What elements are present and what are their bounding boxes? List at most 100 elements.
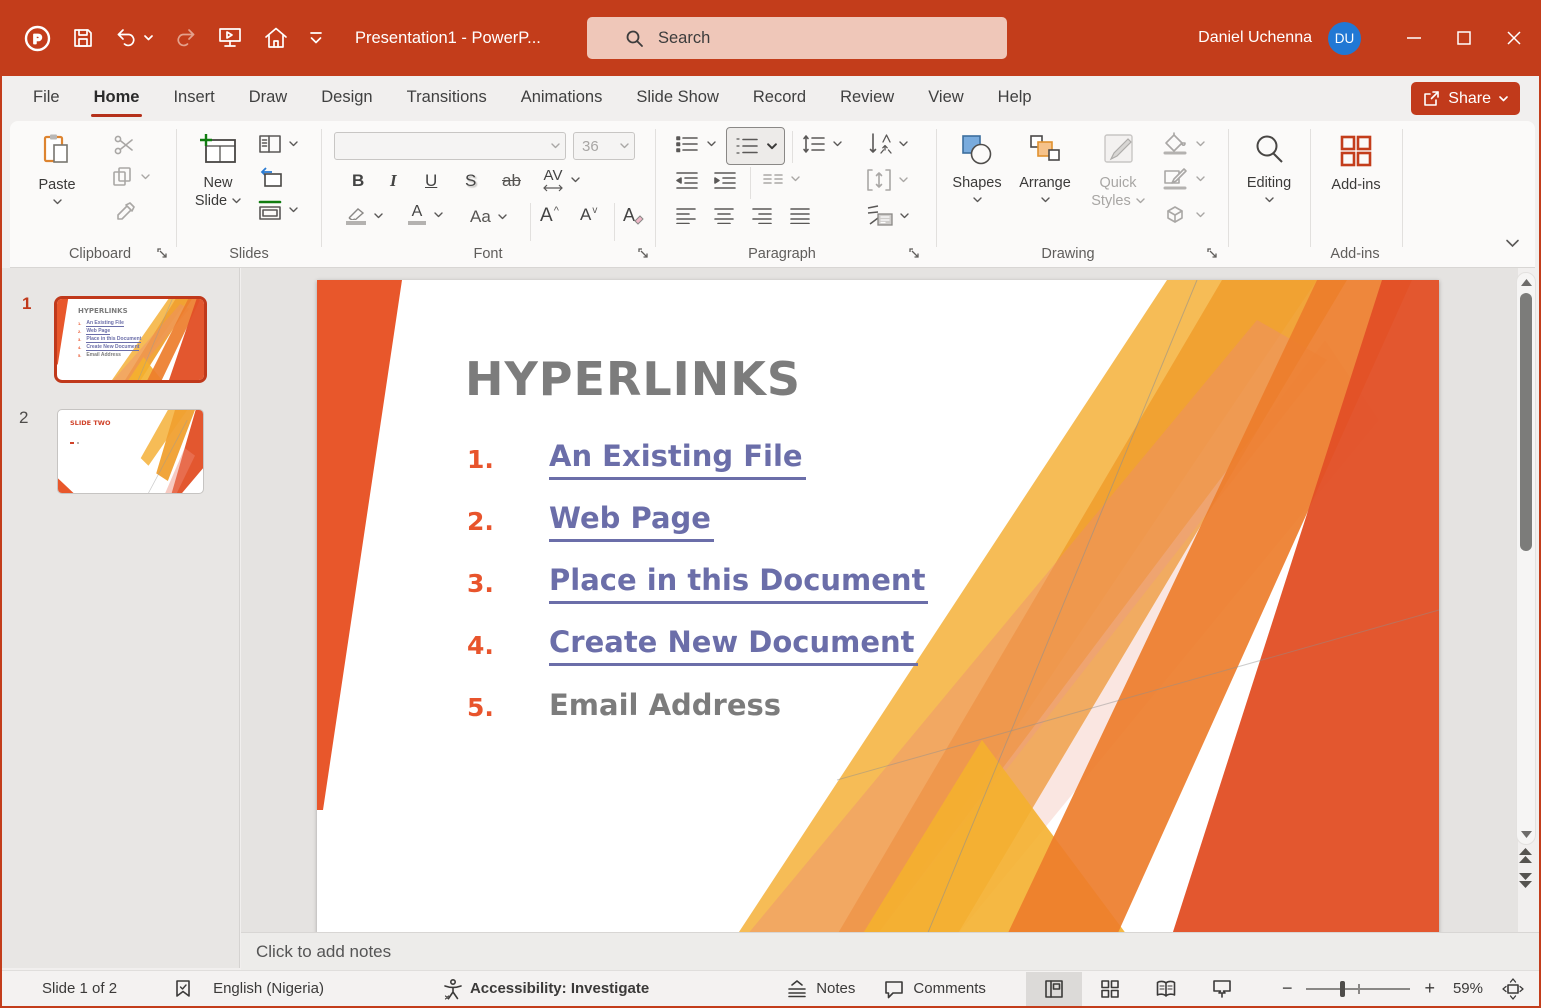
zoom-slider[interactable] <box>1306 988 1410 990</box>
customize-toolbar-icon[interactable] <box>309 30 323 46</box>
addins-button[interactable]: Add-ins <box>1322 128 1390 194</box>
save-icon[interactable] <box>71 26 95 50</box>
align-right-button[interactable] <box>751 206 773 224</box>
undo-button[interactable] <box>115 26 153 50</box>
editing-button[interactable]: Editing <box>1236 128 1302 203</box>
document-title: Presentation1 - PowerP... <box>355 29 541 48</box>
slide-body-list[interactable]: 1.An Existing File 2.Web Page 3.Place in… <box>467 428 928 738</box>
spell-check-icon[interactable] <box>173 978 193 1000</box>
align-left-button[interactable] <box>675 206 697 224</box>
tab-review[interactable]: Review <box>823 75 911 120</box>
search-input[interactable]: Search <box>587 17 1007 59</box>
slide-thumbnail-2[interactable]: SLIDE TWO <box>57 409 204 494</box>
notes-placeholder[interactable]: Click to add notes <box>256 942 391 962</box>
slide-editor[interactable]: HYPERLINKS 1.An Existing File 2.Web Page… <box>317 280 1439 935</box>
previous-slide-button[interactable] <box>1519 848 1532 864</box>
tab-insert[interactable]: Insert <box>156 75 231 120</box>
font-dialog-launcher[interactable] <box>637 247 650 260</box>
scrollbar-thumb[interactable] <box>1520 293 1532 551</box>
slide-indicator[interactable]: Slide 1 of 2 <box>42 980 117 997</box>
arrange-button[interactable]: Arrange <box>1013 128 1077 203</box>
tab-help[interactable]: Help <box>981 75 1049 120</box>
zoom-in-button[interactable]: + <box>1424 978 1435 999</box>
minimize-button[interactable] <box>1389 0 1439 76</box>
home-icon[interactable] <box>263 25 289 51</box>
sort-text-direction-button[interactable] <box>866 132 908 156</box>
clipboard-dialog-launcher[interactable] <box>156 247 169 260</box>
hyperlink-existing-file[interactable]: An Existing File <box>549 439 806 480</box>
slide-show-button[interactable] <box>1194 972 1250 1006</box>
decrease-indent-button[interactable] <box>675 170 699 190</box>
tab-slide-show[interactable]: Slide Show <box>619 75 736 120</box>
line-spacing-button[interactable] <box>802 134 842 154</box>
paragraph-dialog-launcher[interactable] <box>908 247 921 260</box>
collapse-ribbon-icon[interactable] <box>1505 239 1520 248</box>
reading-view-button[interactable] <box>1138 972 1194 1006</box>
justify-button[interactable] <box>789 206 811 224</box>
scroll-up-icon[interactable] <box>1521 279 1532 286</box>
character-spacing-button[interactable]: AV <box>543 167 580 192</box>
font-name-combo[interactable] <box>334 132 566 160</box>
comments-toggle[interactable]: Comments <box>883 979 986 999</box>
new-slide-button[interactable]: New Slide <box>186 128 250 210</box>
tab-draw[interactable]: Draw <box>232 75 305 120</box>
tab-design[interactable]: Design <box>304 75 389 120</box>
thumb2-bullet-marks <box>70 442 79 444</box>
italic-button[interactable]: I <box>390 171 397 191</box>
share-button[interactable]: Share <box>1411 82 1520 115</box>
bullets-button[interactable] <box>675 134 716 154</box>
align-center-button[interactable] <box>713 206 735 224</box>
accessibility-status[interactable]: Accessibility: Investigate <box>470 980 649 997</box>
change-case-button[interactable]: Aa <box>470 207 507 227</box>
numbering-button[interactable] <box>726 127 785 165</box>
user-name[interactable]: Daniel Uchenna <box>1198 29 1312 47</box>
tab-transitions[interactable]: Transitions <box>390 75 504 120</box>
fit-slide-to-window-icon[interactable] <box>1501 977 1525 1001</box>
underline-button[interactable]: U <box>425 171 437 191</box>
vertical-scrollbar[interactable] <box>1516 272 1536 845</box>
highlight-color-button[interactable] <box>346 207 383 225</box>
close-button[interactable] <box>1489 0 1539 76</box>
next-slide-button[interactable] <box>1519 872 1532 888</box>
clear-formatting-button[interactable]: A <box>623 205 645 226</box>
drawing-dialog-launcher[interactable] <box>1206 247 1219 260</box>
scroll-down-icon[interactable] <box>1521 831 1532 838</box>
maximize-button[interactable] <box>1439 0 1489 76</box>
notes-toggle[interactable]: Notes <box>786 979 855 999</box>
zoom-out-button[interactable]: − <box>1282 978 1293 999</box>
grow-font-button[interactable]: A^ <box>540 205 559 227</box>
hyperlink-place-in-document[interactable]: Place in this Document <box>549 563 928 604</box>
strikethrough-button[interactable]: ab <box>502 171 521 191</box>
shapes-button[interactable]: Shapes <box>946 128 1008 203</box>
paste-button[interactable]: Paste <box>26 128 88 205</box>
zoom-slider-knob[interactable] <box>1340 981 1345 997</box>
reset-slide-icon[interactable] <box>258 165 284 189</box>
increase-indent-button[interactable] <box>713 170 737 190</box>
notes-pane[interactable]: Click to add notes <box>241 932 1541 970</box>
zoom-level[interactable]: 59% <box>1453 980 1483 997</box>
convert-to-smartart-button[interactable] <box>866 204 909 228</box>
tab-home[interactable]: Home <box>77 75 157 120</box>
section-icon[interactable] <box>258 199 298 221</box>
normal-view-button[interactable] <box>1026 972 1082 1006</box>
tab-record[interactable]: Record <box>736 75 823 120</box>
tab-file[interactable]: File <box>16 75 77 120</box>
slide-layout-icon[interactable] <box>258 133 298 155</box>
hyperlink-create-new-document[interactable]: Create New Document <box>549 625 918 666</box>
tab-animations[interactable]: Animations <box>504 75 620 120</box>
text-shadow-button[interactable]: S <box>465 171 476 191</box>
bold-button[interactable]: B <box>352 171 364 191</box>
slide-sorter-view-button[interactable] <box>1082 972 1138 1006</box>
slide-title[interactable]: HYPERLINKS <box>465 352 801 406</box>
slide-thumbnail-1[interactable]: HYPERLINKS 1.An Existing File 2.Web Page… <box>54 296 207 383</box>
hyperlink-web-page[interactable]: Web Page <box>549 501 714 542</box>
align-text-button <box>866 168 908 192</box>
start-slideshow-icon[interactable] <box>217 25 243 51</box>
font-color-button[interactable]: A <box>408 204 443 225</box>
shrink-font-button[interactable]: Av <box>580 205 597 225</box>
language-indicator[interactable]: English (Nigeria) <box>213 980 324 997</box>
tab-view[interactable]: View <box>911 75 980 120</box>
font-size-combo[interactable]: 36 <box>573 132 635 160</box>
avatar[interactable]: DU <box>1328 22 1361 55</box>
drawing-group-label: Drawing <box>1008 246 1128 262</box>
